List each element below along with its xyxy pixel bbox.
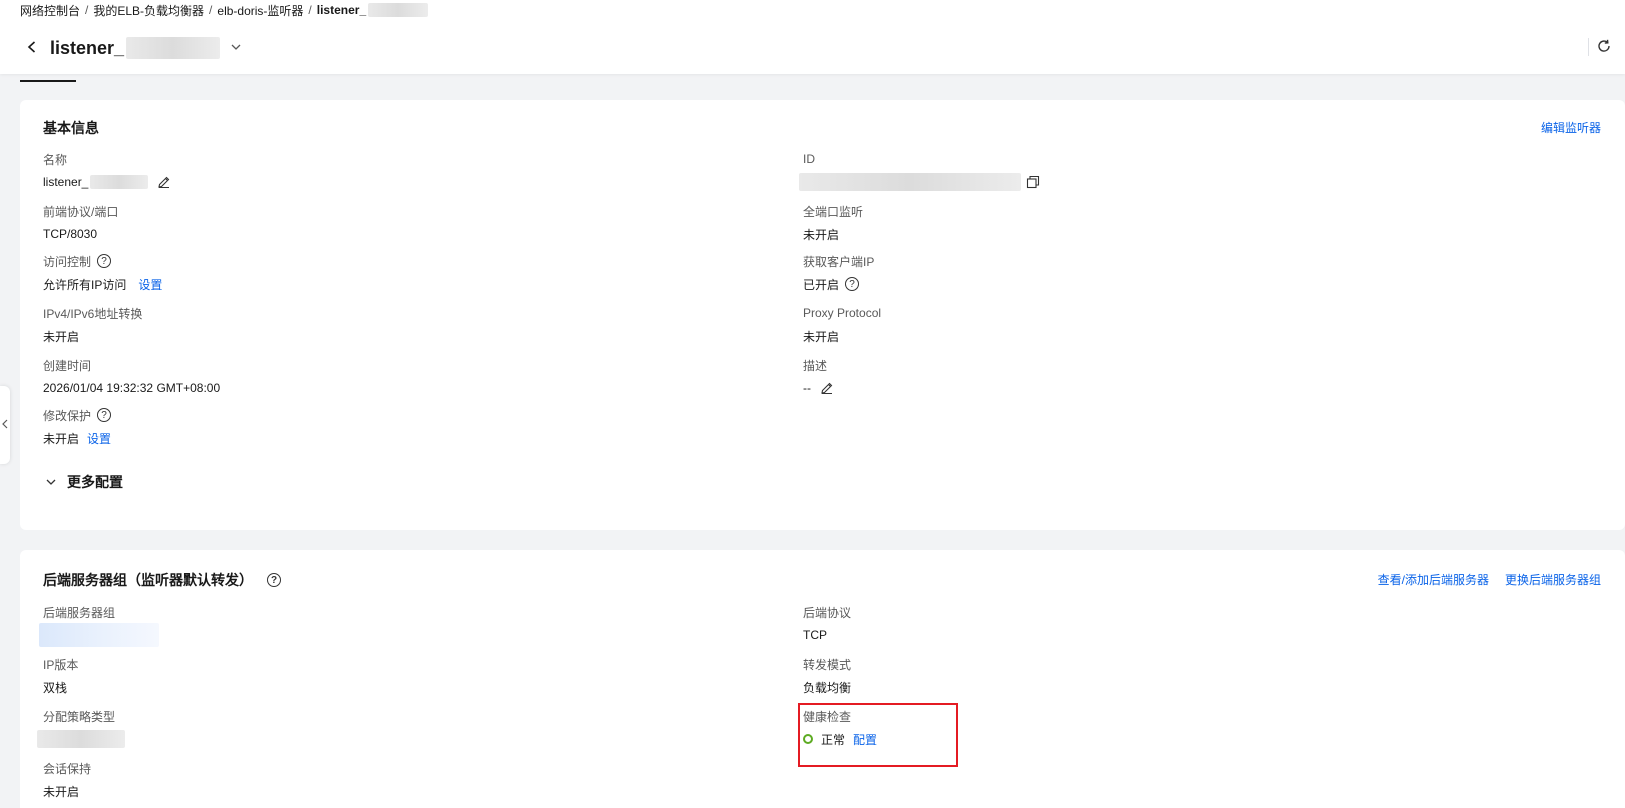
- backend-group-title: 后端服务器组（监听器默认转发）: [43, 572, 253, 588]
- field-modify-protection: 修改保护 ? 未开启 设置: [43, 407, 111, 447]
- field-value: --: [803, 381, 811, 395]
- page-title: listener_: [50, 37, 125, 58]
- field-forward-mode: 转发模式 负载均衡: [803, 656, 851, 696]
- breadcrumb-current: listener_: [316, 3, 367, 17]
- chevron-down-icon: [230, 41, 242, 56]
- help-icon[interactable]: ?: [97, 254, 112, 268]
- field-id: ID: [799, 151, 1041, 191]
- breadcrumb-separator: /: [308, 3, 312, 17]
- breadcrumb-separator: /: [209, 3, 213, 17]
- copy-icon: [1026, 175, 1040, 189]
- pencil-icon: [158, 176, 170, 189]
- field-label: 转发模式: [803, 657, 852, 672]
- sidebar-toggle[interactable]: [0, 386, 10, 464]
- view-add-backend-link[interactable]: 查看/添加后端服务器: [1378, 571, 1489, 588]
- highlight-annotation: [798, 703, 958, 767]
- field-frontend-protocol-port: 前端协议/端口 TCP/8030: [43, 203, 118, 243]
- field-ip-version: IP版本 双栈: [43, 656, 78, 696]
- more-config-toggle[interactable]: 更多配置: [43, 472, 123, 492]
- active-tab-indicator: [20, 80, 76, 82]
- field-label: 访问控制: [43, 254, 92, 269]
- field-backend-group: 后端服务器组: [39, 604, 159, 647]
- back-button[interactable]: [20, 36, 44, 60]
- breadcrumb-my-elb[interactable]: 我的ELB-负载均衡器: [93, 2, 204, 19]
- field-label: 名称: [43, 152, 68, 167]
- listener-switch-dropdown[interactable]: [226, 38, 246, 58]
- edit-name-button[interactable]: [156, 174, 172, 190]
- field-access-control: 访问控制 ? 允许所有IP访问 设置: [43, 253, 162, 293]
- field-value: 已开启: [803, 277, 840, 292]
- redacted-mask[interactable]: [39, 623, 159, 647]
- field-session-persistence: 会话保持 未开启: [43, 760, 91, 800]
- back-arrow-icon: [25, 40, 39, 57]
- field-label: IPv4/IPv6地址转换: [43, 306, 143, 321]
- more-config-label: 更多配置: [67, 474, 123, 490]
- modify-protection-settings-link[interactable]: 设置: [87, 430, 111, 447]
- help-icon[interactable]: ?: [845, 277, 860, 291]
- field-ipv4-ipv6-translation: IPv4/IPv6地址转换 未开启: [43, 305, 142, 345]
- redacted-mask: [368, 3, 429, 17]
- breadcrumb-separator: /: [85, 3, 89, 17]
- field-label: 会话保持: [43, 761, 92, 776]
- field-value: listener_: [43, 175, 89, 189]
- field-value: 2026/01/04 19:32:32 GMT+08:00: [43, 381, 221, 395]
- page-header: 网络控制台 / 我的ELB-负载均衡器 / elb-doris-监听器 / li…: [0, 0, 1625, 74]
- field-backend-protocol: 后端协议 TCP: [803, 604, 851, 644]
- redacted-mask: [90, 175, 149, 189]
- basic-info-card: 基本信息 编辑监听器 名称 listener_ 前端协议/端口 TCP/8030…: [20, 100, 1625, 530]
- access-control-settings-link[interactable]: 设置: [138, 276, 162, 293]
- field-created-time: 创建时间 2026/01/04 19:32:32 GMT+08:00: [43, 357, 220, 397]
- header-divider: [1588, 38, 1589, 56]
- copy-id-button[interactable]: [1025, 174, 1041, 190]
- breadcrumb-elb-listener[interactable]: elb-doris-监听器: [217, 2, 303, 19]
- field-value: 未开启: [43, 784, 80, 799]
- field-value: 未开启: [43, 329, 80, 344]
- field-label: 后端协议: [803, 605, 852, 620]
- field-all-port-listening: 全端口监听 未开启: [803, 203, 863, 243]
- field-label: 获取客户端IP: [803, 254, 875, 269]
- field-value: 未开启: [803, 329, 840, 344]
- redacted-mask: [126, 37, 221, 59]
- field-value: 未开启: [43, 431, 80, 446]
- field-proxy-protocol: Proxy Protocol 未开启: [803, 305, 881, 345]
- field-label: 描述: [803, 358, 828, 373]
- help-icon[interactable]: ?: [97, 408, 112, 422]
- help-icon[interactable]: ?: [267, 573, 281, 587]
- title-row: listener_: [20, 32, 246, 64]
- chevron-left-icon: [1, 418, 9, 433]
- field-value: 负载均衡: [803, 680, 852, 695]
- edit-listener-link[interactable]: 编辑监听器: [1541, 119, 1601, 136]
- field-label: ID: [803, 152, 815, 166]
- field-label: 分配策略类型: [43, 709, 116, 724]
- edit-description-button[interactable]: [819, 380, 835, 396]
- refresh-button[interactable]: [1593, 36, 1615, 58]
- field-label: Proxy Protocol: [803, 306, 882, 320]
- field-label: 全端口监听: [803, 204, 864, 219]
- field-client-ip: 获取客户端IP 已开启 ?: [803, 253, 874, 293]
- field-value: 未开启: [803, 227, 840, 242]
- breadcrumb: 网络控制台 / 我的ELB-负载均衡器 / elb-doris-监听器 / li…: [20, 2, 429, 19]
- field-description: 描述 --: [803, 357, 835, 397]
- chevron-down-icon: [43, 474, 59, 490]
- redacted-mask: [37, 730, 125, 748]
- field-label: 修改保护: [43, 408, 92, 423]
- field-value: TCP/8030: [43, 227, 98, 241]
- redacted-mask: [799, 173, 1021, 191]
- field-name: 名称 listener_: [43, 151, 172, 191]
- backend-group-card: 后端服务器组（监听器默认转发） ? 查看/添加后端服务器 更换后端服务器组 后端…: [20, 550, 1625, 808]
- field-value: 允许所有IP访问: [43, 277, 127, 292]
- field-label: IP版本: [43, 657, 79, 672]
- field-label: 前端协议/端口: [43, 204, 119, 219]
- basic-info-title: 基本信息: [43, 120, 99, 136]
- field-label: 创建时间: [43, 358, 92, 373]
- field-value: 双栈: [43, 680, 68, 695]
- breadcrumb-network-console[interactable]: 网络控制台: [20, 2, 80, 19]
- refresh-icon: [1596, 38, 1612, 57]
- field-value: TCP: [803, 628, 827, 642]
- change-backend-group-link[interactable]: 更换后端服务器组: [1505, 571, 1601, 588]
- field-policy-type: 分配策略类型: [37, 708, 125, 748]
- page-scrollbar[interactable]: [1619, 74, 1625, 808]
- field-label: 后端服务器组: [43, 605, 116, 620]
- pencil-icon: [821, 382, 833, 395]
